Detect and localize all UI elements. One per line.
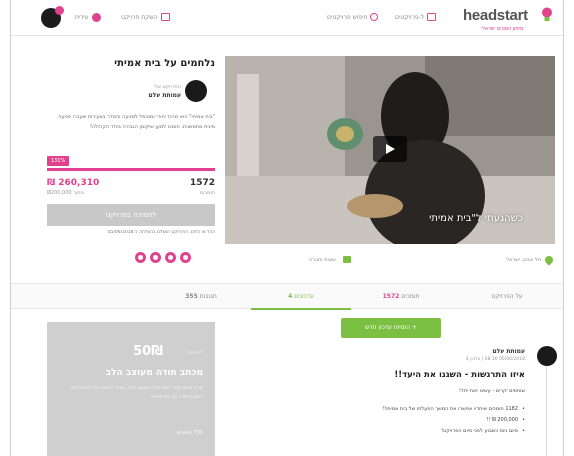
update-subtitle: שותפים יקרים - עשינו זאת יחד!: [458, 388, 525, 394]
owner-name[interactable]: עמותת עלם: [149, 92, 182, 99]
reward-backers: 731 תומכים: [176, 430, 203, 436]
reward-min-label: לתמיכה: [186, 350, 203, 356]
add-update-button[interactable]: + הוסיפו עדכון חדש: [341, 318, 441, 338]
logo-tagline: מימון המונים ישראלי: [481, 26, 524, 32]
project-category[interactable]: שונות וחברה: [309, 257, 336, 263]
location-pin-icon: [543, 254, 555, 266]
reward-description: יצרת איתנו קשר לתת תודה מעוצב הלב, ותוכל…: [70, 386, 203, 400]
edit-icon: [160, 13, 170, 21]
backers-count: 1572: [189, 178, 215, 188]
video-caption: כשהגעתי ל"בית אמיתי: [429, 213, 523, 224]
bulb-icon: [542, 7, 552, 21]
facebook-share-icon[interactable]: [180, 252, 191, 263]
share-icons: [135, 252, 191, 263]
create-project-label: השקת פרויקט: [121, 13, 158, 21]
top-header: עידית השקת פרויקט חיפוש פרויקטים ל-פרויק…: [11, 0, 563, 36]
list-item: 1182 תומכים שיחדיו אפשרו את המשך הפעלתו …: [325, 404, 525, 415]
reward-price: 50₪: [133, 344, 163, 359]
project-summary-panel: נלחמים על בית אמיתי הפרויקט של עמותת עלם…: [47, 48, 215, 273]
tab-backers-label: תומכים: [401, 293, 420, 300]
owner-prefix: הפרויקט של: [154, 84, 181, 90]
headstart-logo[interactable]: headstart מימון המונים ישראלי: [463, 7, 552, 32]
raised-goal-label: מתוך ₪200,000: [47, 190, 84, 196]
tab-comments[interactable]: תגובות 355: [151, 284, 251, 310]
project-video[interactable]: כשהגעתי ל"בית אמיתי: [225, 56, 555, 244]
tab-updates-count: 4: [288, 293, 293, 300]
nav-projects[interactable]: ל-פרויקטים: [395, 13, 437, 21]
nav-user-menu[interactable]: עידית: [75, 13, 101, 22]
tab-updates-label: עדכונים: [294, 293, 314, 300]
grid-icon: [427, 13, 437, 21]
tab-comments-label: תגובות: [199, 293, 217, 300]
project-meta-row: תל אביב, ישראל שונות וחברה: [225, 252, 555, 272]
all-or-nothing-note: הכל או כלום. הפרויקט הושלם בהצלחה ב 05/0…: [107, 230, 215, 235]
logo-text: headstart: [463, 7, 528, 24]
reward-title: מכתב תודה מעוצב הלב: [105, 368, 203, 378]
support-project-button[interactable]: לתמיכה בפרויקט: [47, 204, 215, 226]
page-frame: עידית השקת פרויקט חיפוש פרויקטים ל-פרויק…: [10, 0, 564, 456]
notification-dot: [55, 6, 64, 15]
category-icon: [343, 256, 351, 263]
list-item: סיום גיוס כשבוע לפני סיום הפרויקט!: [325, 426, 525, 437]
percent-badge: 131%: [47, 156, 69, 166]
backers-label: תומכים: [199, 190, 215, 196]
email-share-icon[interactable]: [135, 252, 146, 263]
update-bullets: 1182 תומכים שיחדיו אפשרו את המשך הפעלתו …: [325, 404, 525, 437]
update-title: איזו התרגשות - השגנו את היעד!!: [394, 370, 525, 380]
reward-card[interactable]: 50₪ לתמיכה מכתב תודה מעוצב הלב יצרת איתנ…: [47, 322, 215, 456]
twitter-share-icon[interactable]: [150, 252, 161, 263]
project-location[interactable]: תל אביב, ישראל: [506, 257, 541, 263]
tab-comments-count: 355: [185, 293, 198, 300]
timeline-line: [546, 366, 547, 456]
tab-about-label: על הפרויקט: [491, 293, 523, 300]
tab-updates[interactable]: עדכונים 4: [251, 284, 351, 310]
funding-progress-fill: [47, 168, 215, 171]
user-circle-icon: [91, 13, 101, 22]
raised-amount: ₪ 260,310: [47, 178, 100, 188]
nav-create-project[interactable]: השקת פרויקט: [121, 13, 170, 21]
search-icon: [370, 13, 379, 21]
update-author-avatar[interactable]: [537, 346, 557, 366]
update-author[interactable]: עמותת עלם: [493, 348, 526, 355]
play-button[interactable]: [373, 136, 407, 162]
whatsapp-share-icon[interactable]: [165, 252, 176, 263]
project-tabs: על הפרויקט תומכים 1572 עדכונים 4 תגובות …: [11, 283, 563, 310]
user-name: עידית: [75, 14, 89, 21]
owner-avatar[interactable]: [185, 80, 207, 102]
projects-label: ל-פרויקטים: [395, 13, 425, 21]
update-date: 05/06/2018 08:30 | עדכון 4: [465, 357, 525, 362]
project-title: נלחמים על בית אמיתי: [114, 58, 215, 69]
tab-about[interactable]: על הפרויקט: [457, 284, 557, 310]
nav-search[interactable]: חיפוש פרויקטים: [327, 13, 379, 21]
project-description: "בית אמיתי" הוא מרכז יחודי ומטופל למניעה…: [58, 114, 215, 130]
search-label: חיפוש פרויקטים: [327, 13, 368, 21]
funding-progress-bar: [47, 168, 215, 171]
tab-backers[interactable]: תומכים 1572: [351, 284, 451, 310]
list-item: 200,000 ₪ !!: [325, 415, 525, 426]
tab-backers-count: 1572: [382, 293, 400, 300]
